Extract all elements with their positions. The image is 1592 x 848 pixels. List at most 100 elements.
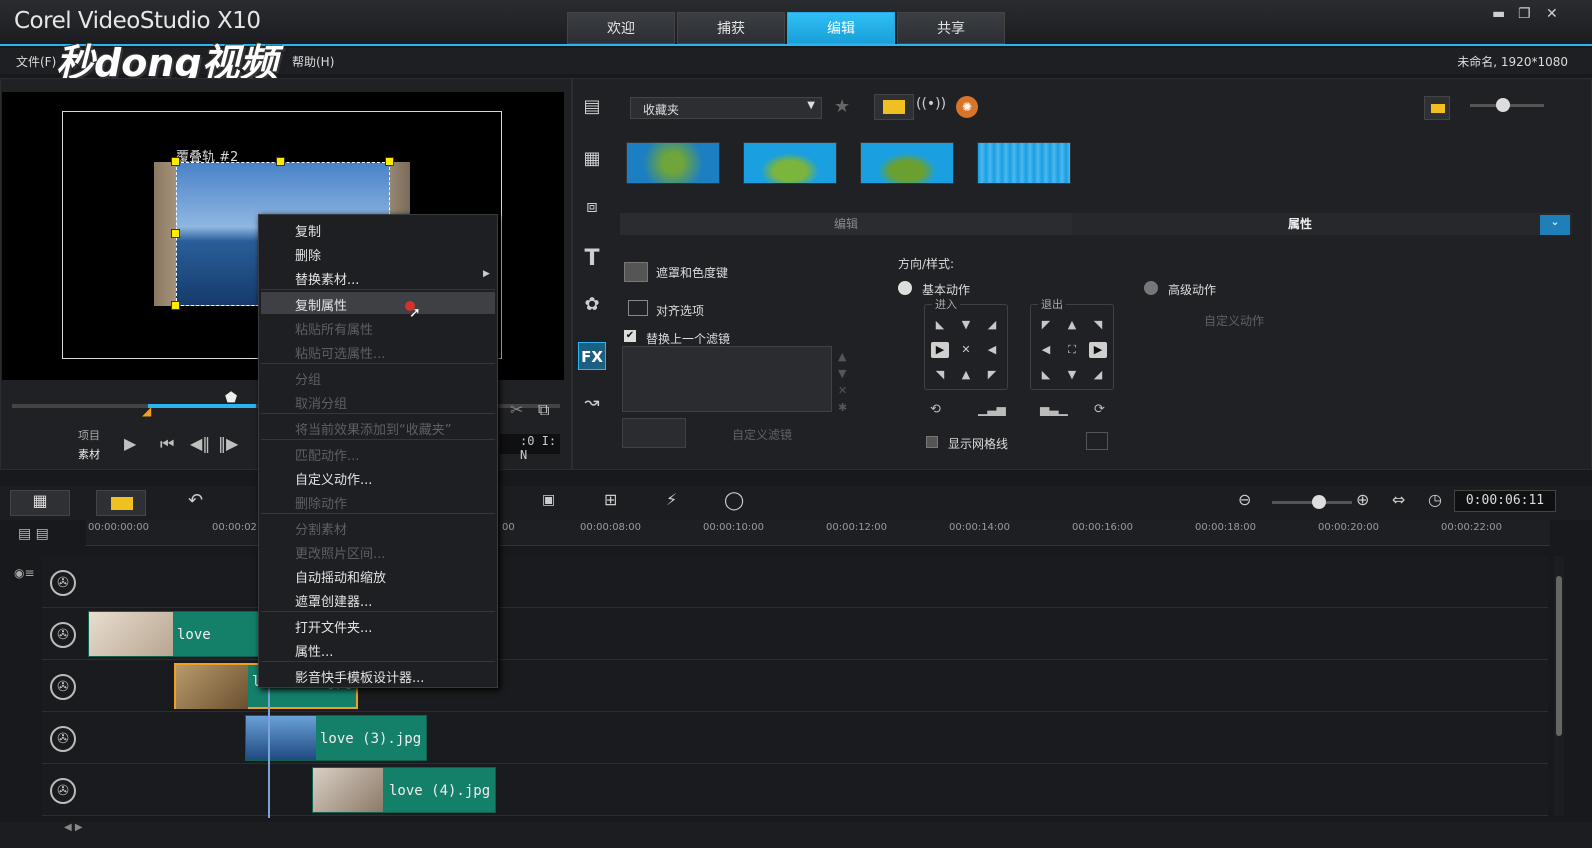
film-reel-icon[interactable]: ✇ xyxy=(50,778,76,804)
tab-edit[interactable]: 编辑 xyxy=(787,12,895,44)
arrow-icon[interactable]: ▶ xyxy=(1089,342,1107,358)
folder-select[interactable]: 收藏夹 ▼ xyxy=(630,97,822,119)
tab-attribute-options[interactable]: 属性 xyxy=(1074,213,1526,235)
add-favorite-icon[interactable]: ★ xyxy=(834,96,850,117)
arrow-icon[interactable]: ▶ xyxy=(931,342,949,358)
arrow-icon[interactable]: ▲ xyxy=(957,367,975,383)
advanced-motion-label[interactable]: 高级动作 xyxy=(1168,281,1216,298)
show-grid-label[interactable]: 显示网格线 xyxy=(948,435,1008,452)
next-frame-icon[interactable]: ‖▶ xyxy=(218,434,238,453)
arrow-icon[interactable]: ◣ xyxy=(1037,367,1055,383)
filter-preset-select[interactable] xyxy=(622,418,686,448)
replace-filter-checkbox[interactable]: ✔ xyxy=(624,330,636,342)
tab-welcome[interactable]: 欢迎 xyxy=(567,12,675,44)
replace-filter-label[interactable]: 替换上一个滤镜 xyxy=(646,330,730,347)
split-icon[interactable]: ✂ xyxy=(510,400,523,419)
graphics-icon[interactable]: ✿ xyxy=(578,294,606,322)
mode-project-label[interactable]: 项目 xyxy=(78,427,100,443)
view-toggle-button[interactable] xyxy=(1424,96,1450,120)
menu-item-properties[interactable]: 属性... xyxy=(295,641,333,660)
mask-icon[interactable]: ◯ xyxy=(724,490,744,511)
menu-help[interactable]: 帮助(H) xyxy=(292,53,334,70)
menu-item-template-designer[interactable]: 影音快手模板设计器... xyxy=(295,667,424,686)
collapse-options-icon[interactable]: ⌄ xyxy=(1540,215,1570,235)
enter-rotate-icon[interactable]: ⟲ xyxy=(930,402,941,417)
fx-filter-icon[interactable]: FX xyxy=(578,342,606,370)
trim-marker-icon[interactable]: ◢ xyxy=(142,404,151,418)
align-options-label[interactable]: 对齐选项 xyxy=(656,302,704,319)
split-screen-icon[interactable]: ⊞ xyxy=(604,490,617,509)
film-reel-icon[interactable]: ✇ xyxy=(50,570,76,596)
align-options-icon[interactable] xyxy=(628,300,648,316)
track-visibility-icon[interactable]: ◉≡ xyxy=(14,566,35,580)
timeline-clip[interactable]: love (4).jpg xyxy=(312,767,496,813)
zoom-out-icon[interactable]: ⊖ xyxy=(1238,490,1251,509)
mask-chroma-label[interactable]: 遮罩和色度键 xyxy=(656,264,728,281)
arrow-icon[interactable]: ▼ xyxy=(957,317,975,333)
enter-fade-icon[interactable]: ▁▃▅ xyxy=(978,402,1006,416)
title-icon[interactable]: T xyxy=(578,246,606,274)
menu-item-custom-motion[interactable]: 自定义动作... xyxy=(295,469,372,488)
scroll-left-icon[interactable]: ◀ ▶ xyxy=(64,822,83,833)
restore-icon[interactable]: ❐ xyxy=(1518,6,1531,22)
filter-thumbnail[interactable] xyxy=(743,142,837,184)
online-icon[interactable]: ✺ xyxy=(956,96,978,118)
film-reel-icon[interactable]: ✇ xyxy=(50,726,76,752)
filter-thumbnail[interactable] xyxy=(860,142,954,184)
exit-fade-icon[interactable]: ▅▃▁ xyxy=(1040,402,1068,416)
resize-handle[interactable] xyxy=(276,157,285,166)
arrow-icon[interactable]: ▼ xyxy=(1063,367,1081,383)
fit-project-icon[interactable]: ⇔ xyxy=(1392,490,1405,509)
resize-handle[interactable] xyxy=(171,229,180,238)
transition-icon[interactable]: ⧈ xyxy=(578,196,606,224)
arrow-icon[interactable]: ◢ xyxy=(983,317,1001,333)
storyboard-view-icon[interactable]: ▦ xyxy=(10,490,70,516)
resize-handle[interactable] xyxy=(385,157,394,166)
mask-chroma-icon[interactable] xyxy=(624,262,648,282)
menu-item-replace-clip[interactable]: 替换素材... xyxy=(295,269,359,288)
arrow-icon[interactable]: ⛶ xyxy=(1063,342,1081,358)
arrow-icon[interactable]: ◀ xyxy=(1037,342,1055,358)
arrow-icon[interactable]: ✕ xyxy=(957,342,975,358)
menu-item-copy-attributes[interactable]: 复制属性 xyxy=(295,295,347,314)
advanced-motion-radio[interactable] xyxy=(1144,281,1158,295)
menu-item-delete[interactable]: 删除 xyxy=(295,245,321,264)
exit-rotate-icon[interactable]: ⟳ xyxy=(1094,402,1105,417)
copy-screen-icon[interactable]: ⧉ xyxy=(538,400,549,420)
filter-list[interactable] xyxy=(622,346,832,412)
resize-handle[interactable] xyxy=(171,157,180,166)
menu-item-auto-pan-zoom[interactable]: 自动摇动和缩放 xyxy=(295,567,386,586)
timeline-clip[interactable]: love (1).j xyxy=(88,611,260,689)
timeline-timecode[interactable]: 0:00:06:11 xyxy=(1454,490,1556,512)
film-reel-icon[interactable]: ✇ xyxy=(50,674,76,700)
menu-file[interactable]: 文件(F) xyxy=(16,53,56,70)
close-icon[interactable]: ✕ xyxy=(1546,6,1558,22)
filter-list-actions[interactable]: ▲ ▼ ✕ ✱ xyxy=(838,348,847,416)
audio-icon[interactable]: ((•)) xyxy=(916,96,946,112)
preview-timecode[interactable]: :0 I: N xyxy=(500,434,560,462)
timeline-clip[interactable]: love (3).jpg xyxy=(245,715,427,761)
arrow-icon[interactable]: ◣ xyxy=(931,317,949,333)
path-icon[interactable]: ↝ xyxy=(578,392,606,420)
mode-clip-label[interactable]: 素材 xyxy=(78,446,100,462)
media-icon[interactable]: ▤ xyxy=(578,96,606,124)
tab-capture[interactable]: 捕获 xyxy=(677,12,785,44)
arrow-icon[interactable]: ◀ xyxy=(983,342,1001,358)
minimize-icon[interactable]: ▬ xyxy=(1492,6,1505,22)
zoom-in-icon[interactable]: ⊕ xyxy=(1356,490,1369,509)
track-manager-icon[interactable]: ▤ ▤ xyxy=(18,526,49,542)
prev-frame-icon[interactable]: ◀‖ xyxy=(190,434,210,453)
arrow-icon[interactable]: ◤ xyxy=(1037,317,1055,333)
arrow-icon[interactable]: ◤ xyxy=(983,367,1001,383)
tab-edit-options[interactable]: 编辑 xyxy=(620,213,1072,235)
instant-project-icon[interactable]: ▦ xyxy=(578,148,606,176)
tab-share[interactable]: 共享 xyxy=(897,12,1005,44)
scrollbar-thumb[interactable] xyxy=(1556,576,1562,736)
play-icon[interactable]: ▶ xyxy=(124,434,136,453)
filter-thumbnail[interactable] xyxy=(626,142,720,184)
arrow-icon[interactable]: ▲ xyxy=(1063,317,1081,333)
undo-icon[interactable]: ↶ xyxy=(188,490,203,511)
menu-item-open-folder[interactable]: 打开文件夹... xyxy=(295,617,372,636)
timeline-view-button[interactable] xyxy=(96,490,146,516)
motion-tracking-icon[interactable]: ⚡ xyxy=(666,490,677,509)
